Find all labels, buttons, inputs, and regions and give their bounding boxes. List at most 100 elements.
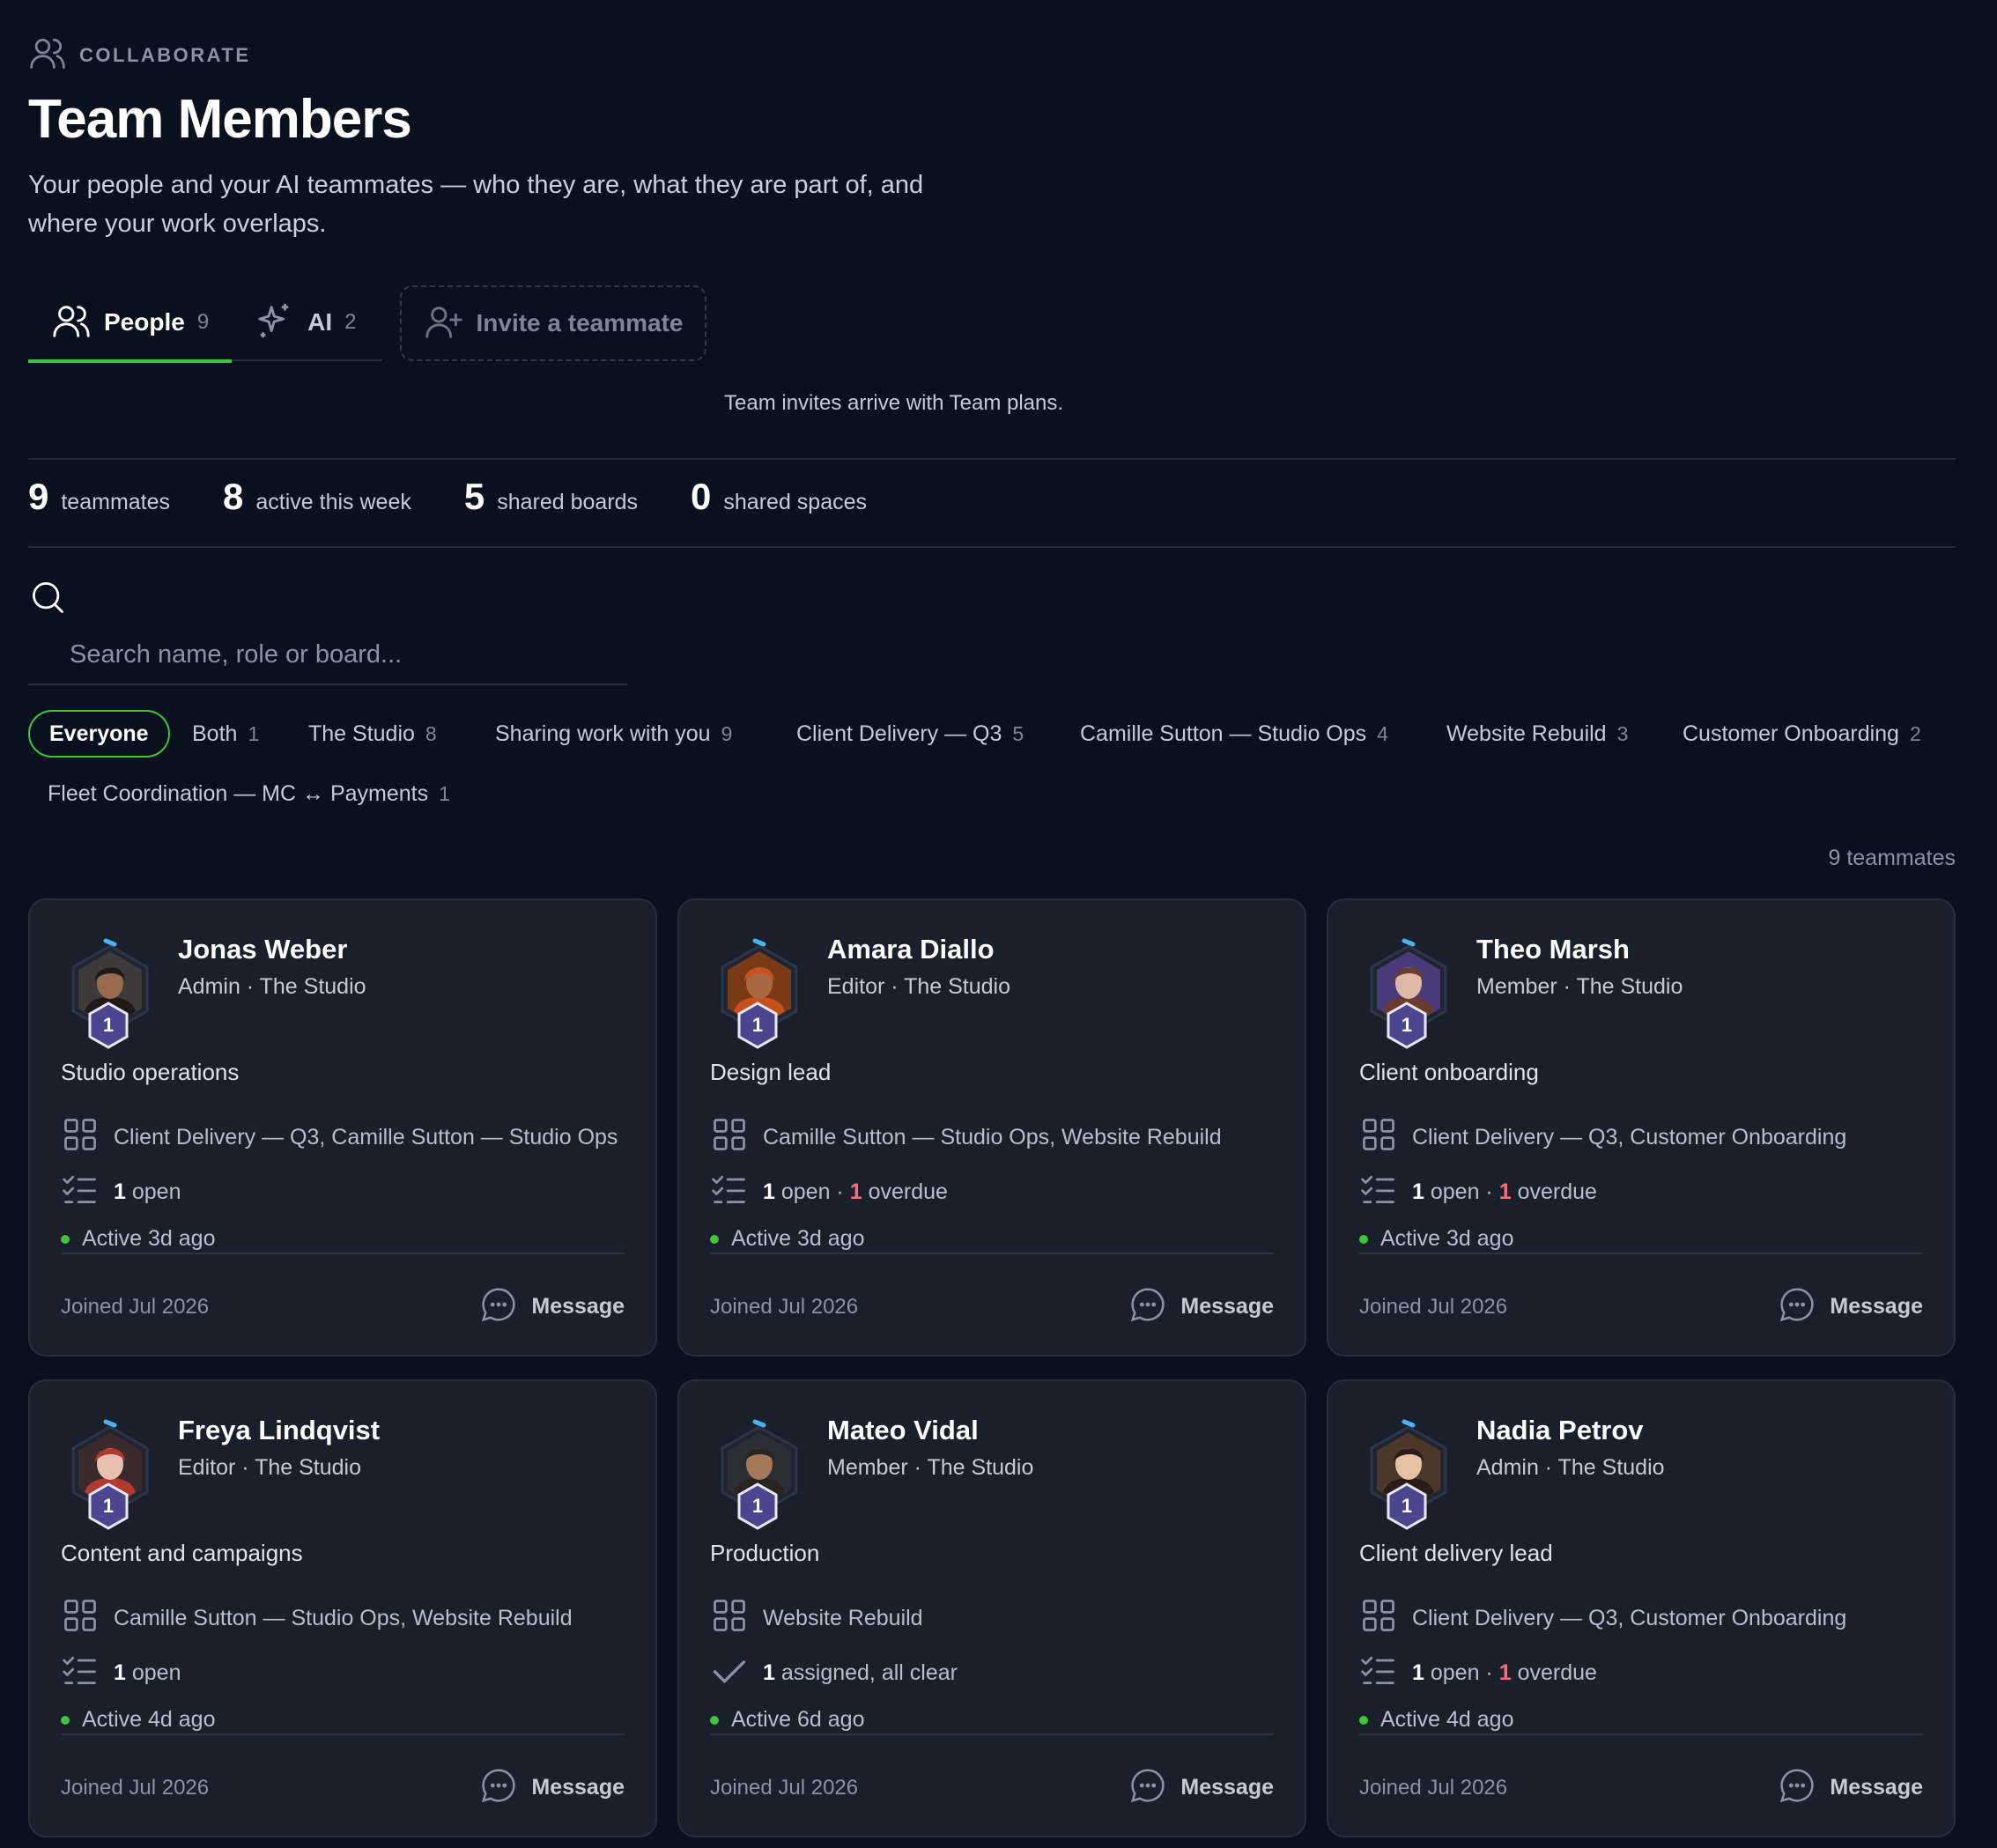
active-status-dot — [61, 1234, 70, 1244]
message-label: Message — [1180, 1775, 1274, 1800]
stat-number: 0 — [691, 476, 712, 517]
member-description: Production — [710, 1540, 820, 1566]
member-name: Amara Diallo — [827, 934, 995, 965]
chip-count: 3 — [1616, 721, 1629, 745]
chip-label: Camille Sutton — Studio Ops — [1080, 721, 1367, 746]
boards-icon — [61, 1596, 100, 1641]
tab-label: AI — [307, 308, 333, 336]
joined-date: Joined Jul 2026 — [710, 1776, 859, 1800]
open-count: 1 — [1412, 1660, 1424, 1685]
message-button[interactable]: Message — [1128, 1765, 1274, 1810]
member-card: 1 Mateo Vidal Member · The Studio Produc… — [677, 1379, 1306, 1837]
boards-row: Camille Sutton — Studio Ops, Website Reb… — [61, 1596, 573, 1641]
active-status-dot — [61, 1715, 70, 1725]
stat-label: active this week — [255, 490, 411, 514]
stat-active: 8 active this week — [223, 476, 411, 518]
filter-chip-website-rebuild[interactable]: Website Rebuild 3 — [1427, 710, 1647, 758]
divider — [710, 1253, 1274, 1254]
filter-chip-everyone[interactable]: Everyone — [28, 710, 170, 758]
task-list-icon — [61, 1651, 100, 1696]
filter-chip-sharing-work[interactable]: Sharing work with you 9 — [476, 710, 751, 758]
tasks-summary: 1 open · 1 overdue — [763, 1179, 948, 1205]
divider — [61, 1253, 625, 1254]
filter-chip-client-delivery[interactable]: Client Delivery — Q3 5 — [777, 710, 1043, 758]
boards-icon — [1359, 1115, 1398, 1160]
filter-chip-fleet-coordination[interactable]: Fleet Coordination — MC ↔ Payments 1 — [28, 770, 470, 817]
active-status-dot — [1359, 1715, 1368, 1725]
overdue-count: 1 — [1498, 1660, 1512, 1685]
boards-row: Client Delivery — Q3, Camille Sutton — S… — [61, 1115, 618, 1160]
message-button[interactable]: Message — [478, 1284, 625, 1329]
level-number: 1 — [102, 1495, 115, 1517]
boards-list: Client Delivery — Q3, Customer Onboardin… — [1412, 1606, 1847, 1630]
users-icon — [28, 33, 67, 77]
stat-spaces: 0 shared spaces — [691, 476, 867, 518]
active-status-dot — [710, 1715, 719, 1725]
member-name: Mateo Vidal — [827, 1415, 979, 1445]
stat-label: shared boards — [497, 490, 639, 514]
chat-bubble-icon — [1128, 1765, 1168, 1810]
tasks-summary: 1 open — [114, 1179, 181, 1205]
level-number: 1 — [751, 1495, 764, 1517]
member-description: Studio operations — [61, 1059, 240, 1085]
stats-bar: 9 teammates 8 active this week 5 shared … — [28, 476, 867, 518]
member-card: 1 Jonas Weber Admin · The Studio Studio … — [28, 898, 657, 1356]
message-label: Message — [1180, 1294, 1274, 1319]
chat-bubble-icon — [478, 1765, 519, 1810]
open-label: open — [131, 1660, 181, 1685]
filter-chip-both[interactable]: Both 1 — [173, 710, 278, 758]
member-name: Nadia Petrov — [1476, 1415, 1644, 1445]
level-number: 1 — [1401, 1495, 1413, 1517]
member-role: Editor · The Studio — [178, 1455, 361, 1480]
filter-chip-customer-onboarding[interactable]: Customer Onboarding 2 — [1663, 710, 1941, 758]
tasks-row: 1 open · 1 overdue — [710, 1170, 948, 1215]
divider — [710, 1733, 1274, 1735]
boards-icon — [710, 1596, 749, 1641]
activity-row: Active 6d ago — [710, 1707, 865, 1733]
message-button[interactable]: Message — [1777, 1284, 1923, 1329]
message-label: Message — [531, 1294, 625, 1319]
page-subtitle: Your people and your AI teammates — who … — [28, 171, 924, 238]
eyebrow-label: COLLABORATE — [79, 43, 251, 66]
tasks-summary: 1 open · 1 overdue — [1412, 1660, 1597, 1686]
tab-label: People — [104, 308, 185, 336]
task-list-icon — [61, 1170, 100, 1215]
tab-count: 9 — [196, 310, 210, 334]
activity-row: Active 4d ago — [1359, 1707, 1514, 1733]
last-active: Active 3d ago — [82, 1226, 216, 1251]
overdue-label: overdue — [868, 1179, 948, 1204]
avatar: 1 — [1360, 934, 1457, 1049]
tab-people[interactable]: People 9 — [28, 284, 233, 363]
member-card: 1 Amara Diallo Editor · The Studio Desig… — [677, 898, 1306, 1356]
invite-teammate-button[interactable]: Invite a teammate — [400, 285, 706, 361]
filter-chip-studio-ops[interactable]: Camille Sutton — Studio Ops 4 — [1061, 710, 1408, 758]
chip-label: Everyone — [49, 721, 149, 746]
chip-label: Fleet Coordination — MC ↔ Payments — [48, 780, 429, 806]
boards-list: Camille Sutton — Studio Ops, Website Reb… — [114, 1606, 573, 1630]
filter-chip-the-studio[interactable]: The Studio 8 — [289, 710, 456, 758]
boards-list: Website Rebuild — [763, 1606, 923, 1630]
users-icon — [51, 300, 92, 345]
task-list-icon — [1359, 1170, 1398, 1215]
message-button[interactable]: Message — [1128, 1284, 1274, 1329]
invite-note: Team invites arrive with Team plans. — [724, 391, 1064, 415]
open-count: 1 — [763, 1179, 775, 1204]
activity-row: Active 3d ago — [710, 1226, 865, 1252]
chip-label: The Studio — [308, 721, 415, 746]
message-button[interactable]: Message — [478, 1765, 625, 1810]
tab-ai[interactable]: AI 2 — [232, 284, 379, 361]
boards-list: Camille Sutton — Studio Ops, Website Reb… — [763, 1125, 1222, 1149]
active-status-dot — [1359, 1234, 1368, 1244]
stat-number: 8 — [223, 476, 244, 517]
stat-label: shared spaces — [723, 490, 868, 514]
tasks-row: 1 open · 1 overdue — [1359, 1170, 1597, 1215]
chip-label: Customer Onboarding — [1683, 721, 1899, 746]
search-input[interactable] — [28, 625, 627, 685]
boards-icon — [710, 1115, 749, 1160]
message-button[interactable]: Message — [1777, 1765, 1923, 1810]
avatar: 1 — [711, 1415, 808, 1530]
joined-date: Joined Jul 2026 — [710, 1295, 859, 1319]
joined-date: Joined Jul 2026 — [1359, 1295, 1508, 1319]
overdue-label: overdue — [1517, 1179, 1597, 1204]
message-label: Message — [1830, 1775, 1923, 1800]
